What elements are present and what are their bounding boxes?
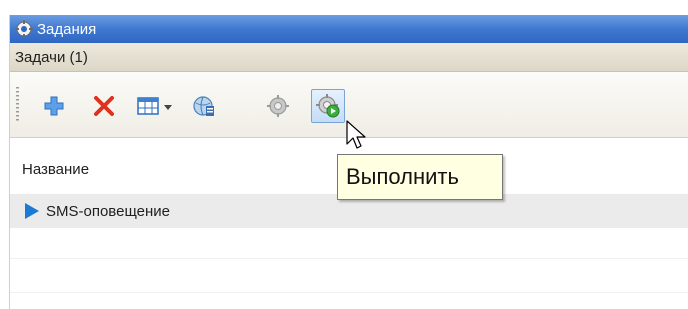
- gear-run-icon: [316, 94, 340, 118]
- section-title: Задачи (1): [15, 48, 88, 66]
- add-button[interactable]: [40, 92, 68, 120]
- gear-tasks-icon: [15, 20, 33, 38]
- row-label: SMS-оповещение: [46, 202, 170, 220]
- mouse-pointer-icon: [346, 120, 366, 149]
- window-title-bar: Задания: [10, 15, 688, 43]
- tasks-window: Задания Задачи (1) Название SMS-оповещен…: [0, 0, 688, 309]
- gear-disabled-icon: [267, 95, 289, 117]
- row-arrow-icon: [25, 203, 39, 219]
- settings-button[interactable]: [264, 92, 292, 120]
- grid-icon: [137, 97, 159, 115]
- column-header-label: Название: [22, 160, 90, 178]
- run-tooltip: Выполнить: [337, 154, 503, 200]
- globe-edit-icon: [193, 96, 214, 116]
- chevron-down-icon[interactable]: [164, 105, 172, 111]
- toolbar-grip[interactable]: [16, 87, 19, 123]
- tasks-section-header[interactable]: Задачи (1): [10, 43, 688, 72]
- red-x-icon: [94, 96, 114, 116]
- run-button[interactable]: [311, 89, 345, 123]
- tooltip-text: Выполнить: [346, 164, 459, 189]
- row-divider: [10, 258, 688, 259]
- delete-button[interactable]: [90, 92, 118, 120]
- column-header-name[interactable]: Название: [10, 156, 89, 182]
- row-divider: [10, 292, 688, 293]
- edit-button[interactable]: [190, 92, 218, 120]
- view-dropdown-button[interactable]: [134, 92, 162, 120]
- window-title: Задания: [37, 20, 97, 38]
- plus-icon: [44, 96, 64, 116]
